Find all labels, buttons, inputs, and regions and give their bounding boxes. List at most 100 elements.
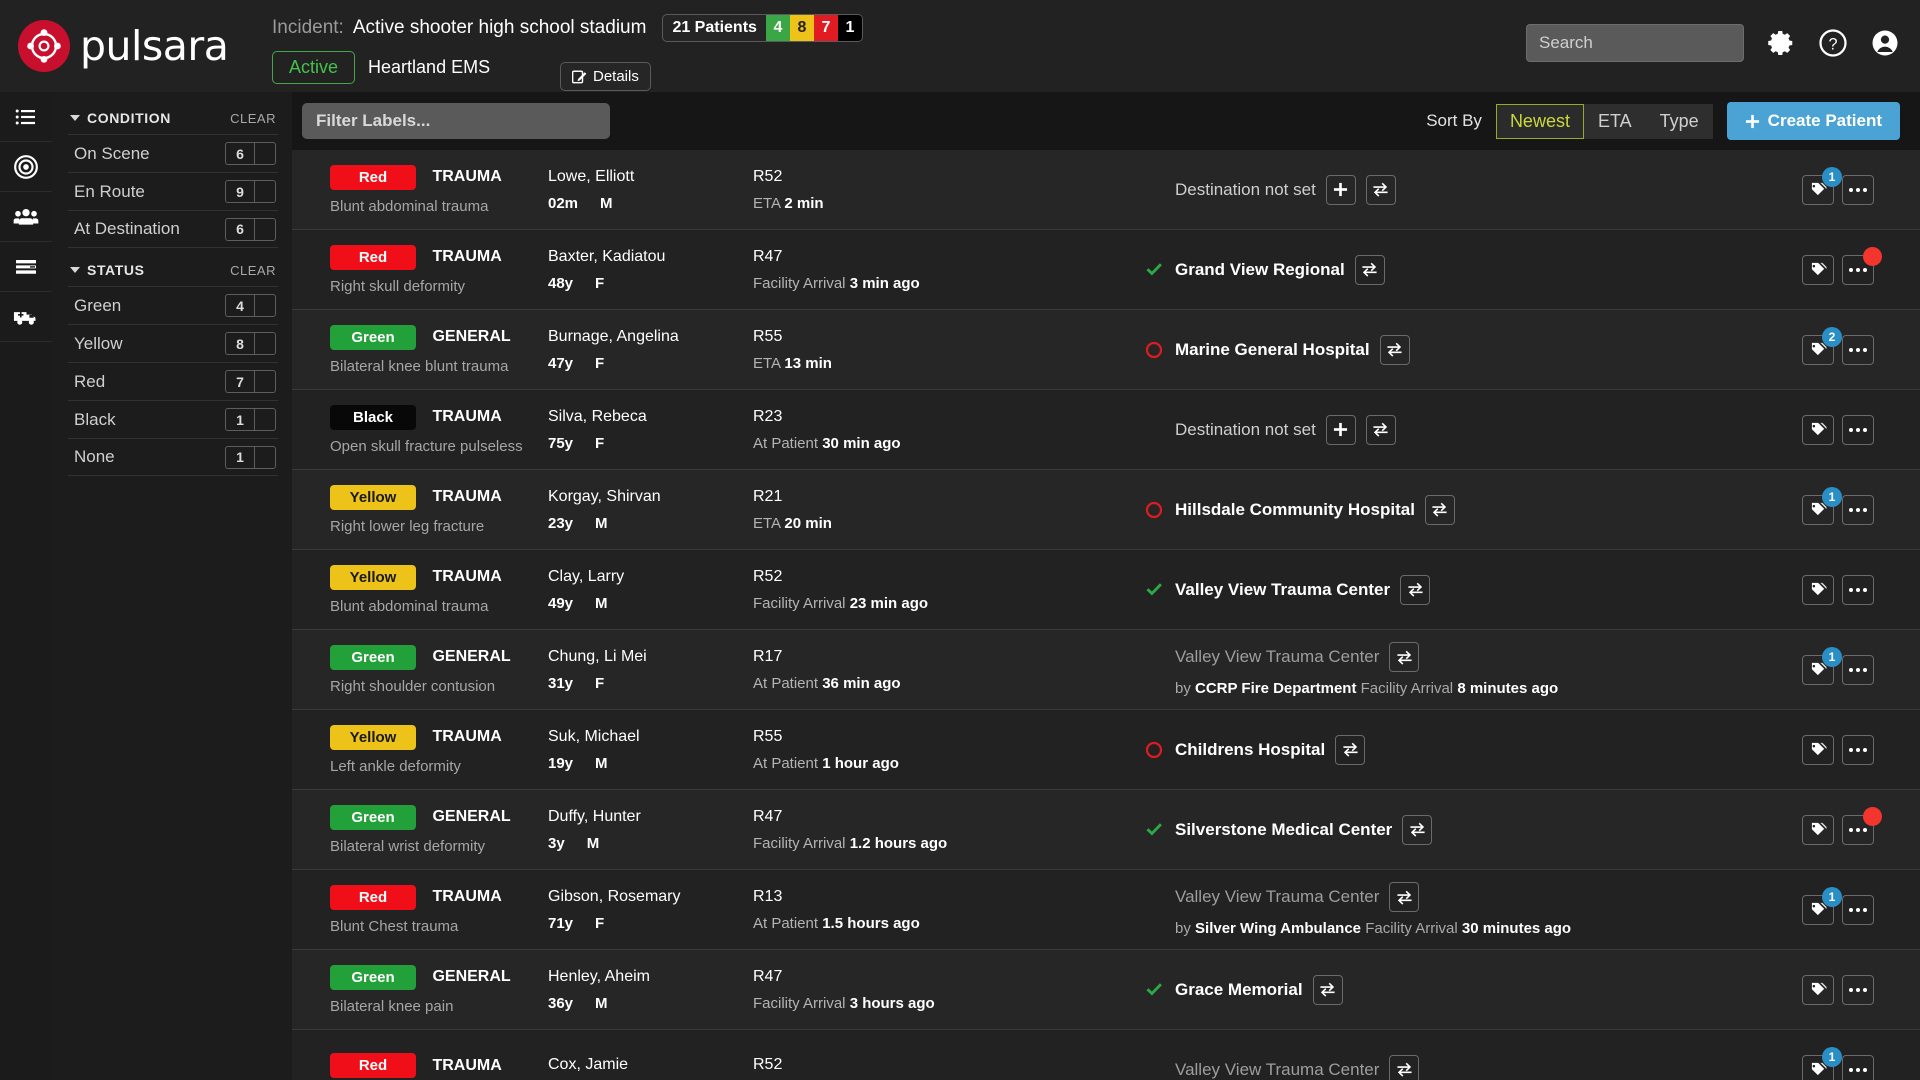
transfer-button[interactable] (1379, 334, 1410, 365)
rail-item-group[interactable] (0, 192, 52, 242)
transfer-button[interactable] (1354, 254, 1385, 285)
transfer-button[interactable] (1365, 414, 1396, 445)
chevron-down-icon[interactable] (70, 115, 80, 121)
transfer-button[interactable] (1389, 882, 1420, 912)
row-menu-button[interactable] (1842, 734, 1874, 765)
filter-checkbox[interactable] (254, 142, 276, 165)
patient-actions-cell (1802, 734, 1920, 765)
rail-item-list[interactable] (0, 92, 52, 142)
filter-row-yellow[interactable]: Yellow 8 (68, 324, 278, 362)
filter-checkbox[interactable] (254, 332, 276, 355)
filter-row-black[interactable]: Black 1 (68, 400, 278, 438)
filter-labels-input[interactable] (302, 103, 610, 139)
patient-description: Left ankle deformity (330, 757, 461, 775)
destination-name: Hillsdale Community Hospital (1175, 499, 1415, 519)
row-menu-button[interactable] (1842, 334, 1874, 365)
transfer-button[interactable] (1389, 1054, 1420, 1080)
tags-button[interactable]: 1 (1802, 646, 1842, 685)
patient-description: Bilateral knee pain (330, 997, 454, 1015)
transfer-button[interactable] (1312, 974, 1343, 1005)
patient-row[interactable]: Green GENERAL Bilateral knee pain Henley… (292, 950, 1920, 1030)
transfer-button[interactable] (1389, 642, 1420, 672)
tags-button[interactable] (1802, 734, 1834, 765)
ellipsis-icon (1849, 587, 1867, 592)
tags-button[interactable] (1802, 974, 1834, 1005)
patient-row[interactable]: Yellow TRAUMA Right lower leg fracture K… (292, 470, 1920, 550)
filter-checkbox[interactable] (254, 217, 276, 241)
filter-row-red[interactable]: Red 7 (68, 362, 278, 400)
filter-checkbox[interactable] (254, 408, 276, 431)
tags-button[interactable] (1802, 814, 1834, 845)
tags-button[interactable] (1802, 574, 1834, 605)
destination-subtext: by Silver Wing Ambulance Facility Arriva… (1175, 920, 1572, 937)
transfer-button[interactable] (1335, 734, 1366, 765)
row-menu-button[interactable] (1842, 894, 1874, 925)
eta-status: Facility Arrival 1.2 hours ago (753, 834, 948, 852)
patient-row[interactable]: Black TRAUMA Open skull fracture pulsele… (292, 390, 1920, 470)
sort-option-newest[interactable]: Newest (1495, 103, 1584, 139)
patient-row[interactable]: Red TRAUMA Cox, Jamie R52 Valley View Tr… (292, 1030, 1920, 1080)
row-menu-button[interactable] (1842, 246, 1882, 285)
create-patient-button[interactable]: Create Patient (1726, 102, 1900, 140)
filter-count: 1 (225, 445, 254, 469)
filter-row-none[interactable]: None 1 (68, 438, 278, 476)
gear-icon[interactable] (1766, 28, 1796, 58)
sort-option-eta[interactable]: ETA (1583, 103, 1646, 139)
patient-actions-cell (1802, 974, 1920, 1005)
patient-row[interactable]: Red TRAUMA Right skull deformity Baxter,… (292, 230, 1920, 310)
patient-row[interactable]: Green GENERAL Bilateral knee blunt traum… (292, 310, 1920, 390)
row-menu-button[interactable] (1842, 1054, 1874, 1080)
row-menu-button[interactable] (1842, 654, 1874, 685)
details-button[interactable]: Details (560, 62, 651, 91)
add-destination-button[interactable] (1325, 174, 1356, 205)
filter-checkbox[interactable] (254, 294, 276, 317)
patient-row[interactable]: Yellow TRAUMA Left ankle deformity Suk, … (292, 710, 1920, 790)
tags-button[interactable] (1802, 414, 1834, 445)
brand-logo[interactable]: pulsara (0, 0, 272, 92)
clear-condition-filters[interactable]: CLEAR (230, 111, 276, 126)
row-menu-button[interactable] (1842, 806, 1882, 845)
filter-row-green[interactable]: Green 4 (68, 286, 278, 324)
filter-checkbox[interactable] (254, 370, 276, 393)
filter-row-en-route[interactable]: En Route 9 (68, 172, 278, 210)
filter-row-at-destination[interactable]: At Destination 6 (68, 210, 278, 248)
row-menu-button[interactable] (1842, 574, 1874, 605)
row-menu-button[interactable] (1842, 414, 1874, 445)
patient-row[interactable]: Green GENERAL Bilateral wrist deformity … (292, 790, 1920, 870)
rail-item-target[interactable] (0, 142, 52, 192)
filter-row-on-scene[interactable]: On Scene 6 (68, 134, 278, 172)
transfer-button[interactable] (1402, 814, 1433, 845)
target-icon (14, 154, 38, 179)
add-destination-button[interactable] (1325, 414, 1356, 445)
transfer-button[interactable] (1400, 574, 1431, 605)
tags-button[interactable]: 1 (1802, 166, 1842, 205)
rail-item-ambulance[interactable] (0, 292, 52, 342)
account-icon[interactable] (1870, 28, 1900, 58)
help-icon[interactable]: ? (1818, 28, 1848, 58)
tags-button[interactable]: 1 (1802, 886, 1842, 925)
transfer-button[interactable] (1365, 174, 1396, 205)
patient-name: Silva, Rebeca (548, 407, 647, 425)
patient-row[interactable]: Red TRAUMA Blunt Chest trauma Gibson, Ro… (292, 870, 1920, 950)
search-input[interactable] (1526, 24, 1744, 62)
unit-id: R17 (753, 647, 783, 665)
clear-status-filters[interactable]: CLEAR (230, 263, 276, 278)
row-menu-button[interactable] (1842, 974, 1874, 1005)
tags-button[interactable]: 1 (1802, 486, 1842, 525)
row-menu-button[interactable] (1842, 494, 1874, 525)
tags-button[interactable]: 2 (1802, 326, 1842, 365)
patient-row[interactable]: Red TRAUMA Blunt abdominal trauma Lowe, … (292, 150, 1920, 230)
transfer-button[interactable] (1424, 494, 1455, 525)
sort-option-type[interactable]: Type (1645, 103, 1713, 139)
triage-badge: Red (330, 884, 416, 910)
filter-checkbox[interactable] (254, 445, 276, 469)
tags-button[interactable]: 1 (1802, 1046, 1842, 1080)
patient-row[interactable]: Yellow TRAUMA Blunt abdominal trauma Cla… (292, 550, 1920, 630)
tags-button[interactable] (1802, 254, 1834, 285)
chevron-down-icon[interactable] (70, 267, 80, 273)
filter-checkbox[interactable] (254, 180, 276, 203)
rail-item-board[interactable] (0, 242, 52, 292)
patients-count-chip[interactable]: 21 Patients 4 8 7 1 (662, 14, 863, 42)
row-menu-button[interactable] (1842, 174, 1874, 205)
patient-row[interactable]: Green GENERAL Right shoulder contusion C… (292, 630, 1920, 710)
